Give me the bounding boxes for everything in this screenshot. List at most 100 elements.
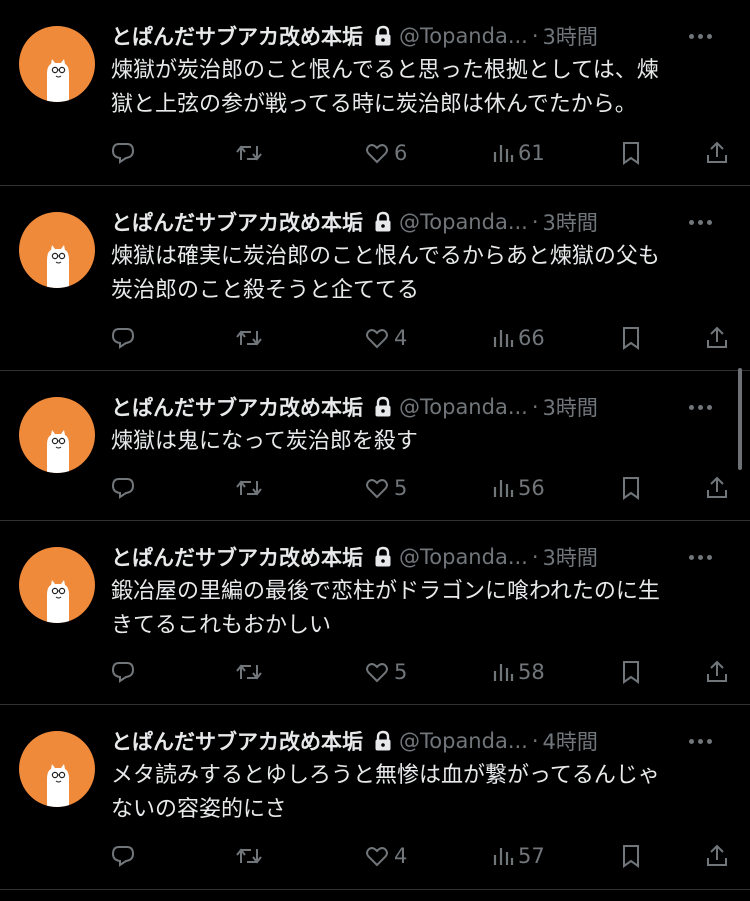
tweet-text: 煉獄は確実に炭治郎のこと恨んでるからあと煉獄の父も 炭治郎のこと殺そうと企ててる bbox=[111, 244, 660, 303]
tweet-header: とぱんだサブアカ改め本垢 @Topanda... · 4時間 bbox=[111, 725, 736, 757]
avatar-cat-icon bbox=[47, 580, 69, 623]
reply-icon bbox=[111, 662, 135, 683]
bookmark-button[interactable] bbox=[620, 323, 642, 353]
avatar[interactable] bbox=[19, 26, 95, 102]
like-button[interactable]: 6 bbox=[364, 138, 407, 168]
bookmark-button[interactable] bbox=[620, 841, 642, 871]
avatar-cat-icon bbox=[47, 764, 69, 807]
retweet-button[interactable] bbox=[234, 841, 264, 871]
avatar-cat-icon bbox=[47, 59, 69, 102]
display-name[interactable]: とぱんだサブアカ改め本垢 bbox=[111, 726, 363, 756]
timestamp[interactable]: 3時間 bbox=[543, 542, 598, 572]
handle[interactable]: @Topanda... bbox=[399, 24, 528, 48]
like-count: 5 bbox=[394, 476, 408, 500]
tweet-actions: 4 57 bbox=[110, 841, 735, 871]
like-button[interactable]: 5 bbox=[364, 657, 407, 687]
like-button[interactable]: 5 bbox=[364, 473, 407, 503]
share-button[interactable] bbox=[704, 841, 730, 871]
bookmark-button[interactable] bbox=[620, 657, 642, 687]
like-count: 4 bbox=[394, 844, 408, 868]
retweet-button[interactable] bbox=[234, 138, 264, 168]
reply-icon bbox=[111, 328, 135, 349]
tweet-text: 鍛冶屋の里編の最後で恋柱がドラゴンに喰われたのに生 きてるこれもおかしい bbox=[111, 579, 660, 638]
handle[interactable]: @Topanda... bbox=[399, 395, 528, 419]
timestamp[interactable]: 3時間 bbox=[543, 207, 598, 237]
lock-icon bbox=[373, 396, 393, 418]
separator: · bbox=[531, 210, 539, 234]
reply-button[interactable] bbox=[110, 473, 136, 503]
bookmark-button[interactable] bbox=[620, 138, 642, 168]
timestamp[interactable]: 3時間 bbox=[543, 21, 598, 51]
retweet-button[interactable] bbox=[234, 657, 264, 687]
tweet[interactable]: とぱんだサブアカ改め本垢 @Topanda... · 3時間 煉獄が炭治郎のこと… bbox=[0, 0, 750, 186]
reply-button[interactable] bbox=[110, 657, 136, 687]
retweet-button[interactable] bbox=[234, 473, 264, 503]
views-button[interactable]: 66 bbox=[492, 323, 545, 353]
retweet-icon bbox=[236, 848, 262, 864]
tweet-actions: 5 56 bbox=[110, 473, 735, 503]
retweet-button[interactable] bbox=[234, 323, 264, 353]
retweet-icon bbox=[236, 480, 262, 496]
avatar[interactable] bbox=[19, 731, 95, 807]
share-button[interactable] bbox=[704, 323, 730, 353]
handle[interactable]: @Topanda... bbox=[399, 210, 528, 234]
views-icon bbox=[493, 480, 514, 497]
reply-button[interactable] bbox=[110, 138, 136, 168]
display-name[interactable]: とぱんだサブアカ改め本垢 bbox=[111, 21, 363, 51]
views-button[interactable]: 58 bbox=[492, 657, 545, 687]
tweet-actions: 6 61 bbox=[110, 138, 735, 168]
more-icon[interactable] bbox=[684, 207, 716, 237]
handle[interactable]: @Topanda... bbox=[399, 729, 528, 753]
retweet-icon bbox=[236, 664, 262, 680]
like-button[interactable]: 4 bbox=[364, 323, 407, 353]
lock-icon bbox=[373, 25, 393, 47]
timestamp[interactable]: 4時間 bbox=[543, 726, 598, 756]
timestamp[interactable]: 3時間 bbox=[543, 392, 598, 422]
views-icon bbox=[493, 664, 514, 681]
share-icon bbox=[707, 476, 727, 498]
like-button[interactable]: 4 bbox=[364, 841, 407, 871]
tweet-header: とぱんだサブアカ改め本垢 @Topanda... · 3時間 bbox=[111, 20, 736, 52]
tweet-text: 煉獄が炭治郎のこと恨んでると思った根拠としては、煉 獄と上弦の参が戦ってる時に炭… bbox=[111, 58, 659, 117]
views-button[interactable]: 61 bbox=[492, 138, 545, 168]
tweet[interactable]: とぱんだサブアカ改め本垢 @Topanda... · 3時間 煉獄は鬼になって炭… bbox=[0, 371, 750, 521]
retweet-icon bbox=[236, 330, 262, 346]
like-icon bbox=[366, 479, 388, 499]
views-button[interactable]: 56 bbox=[492, 473, 545, 503]
share-icon bbox=[707, 660, 727, 682]
tweet[interactable]: とぱんだサブアカ改め本垢 @Topanda... · 3時間 鍛冶屋の里編の最後… bbox=[0, 521, 750, 705]
like-count: 6 bbox=[394, 141, 408, 165]
avatar[interactable] bbox=[19, 397, 95, 473]
display-name[interactable]: とぱんだサブアカ改め本垢 bbox=[111, 392, 363, 422]
share-button[interactable] bbox=[704, 657, 730, 687]
views-icon bbox=[493, 848, 514, 865]
lock-icon bbox=[373, 546, 393, 568]
bookmark-button[interactable] bbox=[620, 473, 642, 503]
more-icon[interactable] bbox=[684, 542, 716, 572]
share-button[interactable] bbox=[704, 138, 730, 168]
views-icon bbox=[493, 145, 514, 162]
bookmark-icon bbox=[623, 477, 639, 500]
tweet-text: 煉獄は鬼になって炭治郎を殺す bbox=[111, 429, 418, 454]
handle[interactable]: @Topanda... bbox=[399, 545, 528, 569]
like-icon bbox=[366, 663, 388, 683]
more-icon[interactable] bbox=[684, 21, 716, 51]
display-name[interactable]: とぱんだサブアカ改め本垢 bbox=[111, 207, 363, 237]
scrollbar[interactable] bbox=[738, 368, 742, 470]
bookmark-icon bbox=[623, 327, 639, 350]
avatar[interactable] bbox=[19, 212, 95, 288]
more-icon[interactable] bbox=[684, 392, 716, 422]
reply-button[interactable] bbox=[110, 323, 136, 353]
share-button[interactable] bbox=[704, 473, 730, 503]
more-icon[interactable] bbox=[684, 726, 716, 756]
tweet[interactable]: とぱんだサブアカ改め本垢 @Topanda... · 4時間 メタ読みするとゆし… bbox=[0, 705, 750, 890]
reply-button[interactable] bbox=[110, 841, 136, 871]
avatar[interactable] bbox=[19, 547, 95, 623]
tweet-actions: 4 66 bbox=[110, 323, 735, 353]
like-icon bbox=[366, 329, 388, 349]
tweet[interactable]: とぱんだサブアカ改め本垢 @Topanda... · 3時間 煉獄は確実に炭治郎… bbox=[0, 186, 750, 371]
bookmark-icon bbox=[623, 661, 639, 684]
display-name[interactable]: とぱんだサブアカ改め本垢 bbox=[111, 542, 363, 572]
views-button[interactable]: 57 bbox=[492, 841, 545, 871]
reply-icon bbox=[111, 846, 135, 867]
